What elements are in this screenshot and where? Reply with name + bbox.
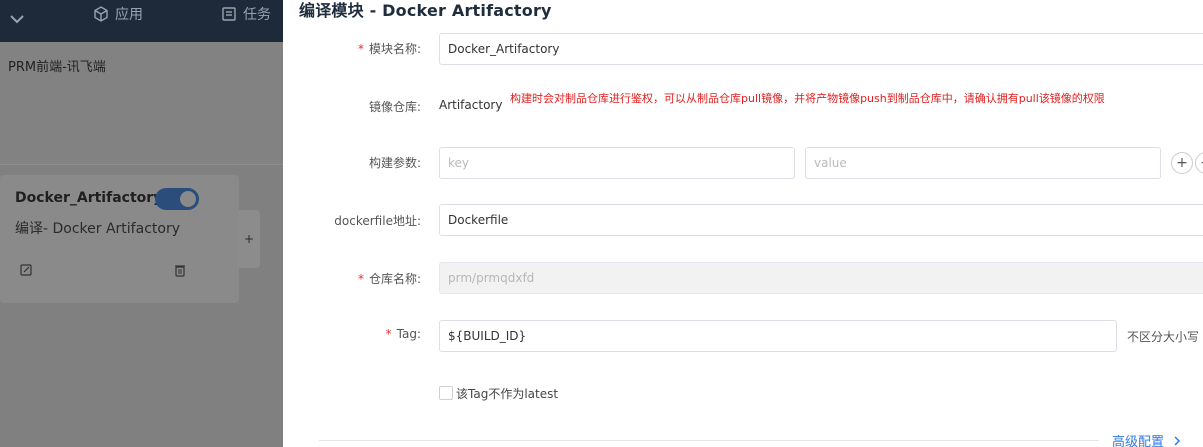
toggle-knob — [180, 191, 196, 207]
chevron-right-icon — [1174, 435, 1181, 446]
task-icon — [222, 7, 236, 21]
compile-module-drawer: 编译模块 - Docker Artifactory * 模块名称: Docker_… — [283, 0, 1203, 447]
add-build-arg-button[interactable]: + — [1171, 152, 1193, 174]
nav-item-label: 任务 — [243, 7, 271, 23]
add-module-button[interactable]: + — [238, 210, 260, 268]
repo-name-input: prm/prmqdxfd — [439, 262, 1203, 294]
trash-icon[interactable] — [172, 262, 188, 278]
background-app: 应用 任务 PRM前端-讯飞端 Docker_Artifactory 编译- D… — [0, 0, 283, 447]
edit-icon[interactable] — [18, 262, 34, 278]
advanced-config-link[interactable]: 高级配置 — [1112, 431, 1184, 447]
label-text: 模块名称: — [368, 42, 421, 56]
label-text: 仓库名称: — [368, 272, 421, 286]
project-name: PRM前端-讯飞端 — [8, 60, 106, 75]
module-card-title: Docker_Artifactory — [15, 190, 163, 206]
not-latest-label[interactable]: 该Tag不作为latest — [456, 385, 558, 402]
drawer-title: 编译模块 - Docker Artifactory — [299, 1, 552, 20]
build-arg-key-input[interactable]: key — [439, 147, 795, 179]
divider — [0, 164, 283, 165]
nav-item-tasks[interactable]: 任务 — [221, 0, 271, 28]
tag-case-hint: 不区分大小写 — [1127, 330, 1200, 344]
label-text: dockerfile地址: — [334, 214, 421, 228]
module-card-subtitle: 编译- Docker Artifactory — [15, 221, 180, 237]
top-navbar: 应用 任务 — [0, 0, 283, 42]
nav-item-label: 应用 — [115, 7, 143, 23]
required-mark: * — [385, 327, 392, 341]
nav-item-apps[interactable]: 应用 — [93, 0, 143, 28]
tag-input[interactable]: ${BUILD_ID} — [439, 320, 1117, 352]
add-label: + — [243, 232, 255, 246]
not-latest-checkbox[interactable] — [439, 386, 453, 400]
module-name-input[interactable]: Docker_Artifactory — [439, 33, 1203, 65]
chevron-down-icon[interactable] — [6, 8, 28, 30]
module-enabled-toggle[interactable] — [155, 188, 199, 210]
label-text: Tag: — [396, 327, 421, 341]
remove-build-arg-button[interactable]: − — [1195, 152, 1203, 174]
label-text: 镜像仓库: — [368, 100, 421, 114]
dockerfile-input[interactable]: Dockerfile — [439, 204, 1203, 236]
label-text: 构建参数: — [368, 156, 421, 170]
plus-icon: + — [1176, 155, 1188, 171]
build-arg-value-input[interactable]: value — [805, 147, 1161, 179]
cube-icon — [94, 6, 108, 22]
image-repo-warning: 构建时会对制品仓库进行鉴权，可以从制品仓库pull镜像，并将产物镜像push到制… — [510, 92, 1105, 105]
image-repo-value: Artifactory — [439, 98, 503, 112]
required-mark: * — [357, 272, 364, 286]
required-mark: * — [357, 42, 364, 56]
advanced-config-label: 高级配置 — [1112, 435, 1165, 447]
section-divider — [319, 440, 1099, 441]
